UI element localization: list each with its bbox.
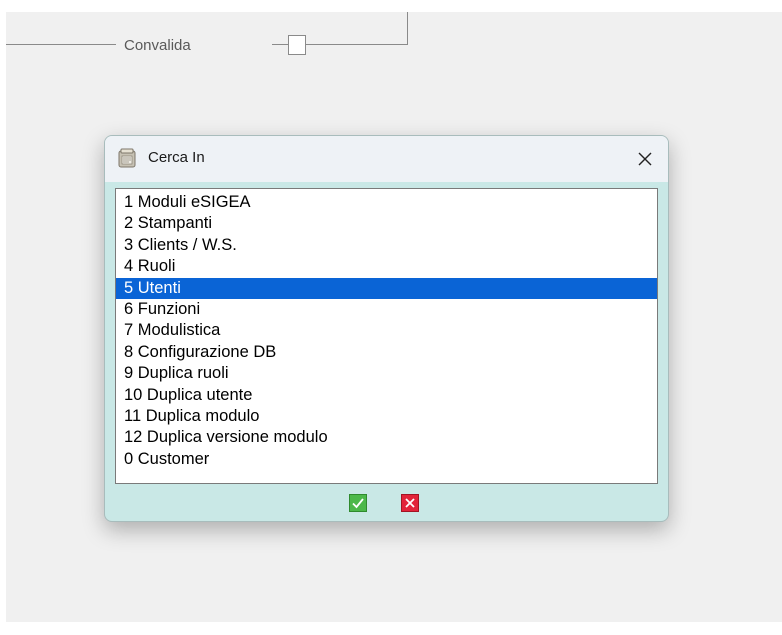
flow-node-label: Convalida (124, 37, 191, 54)
flow-connector-mid (272, 44, 288, 45)
list-item[interactable]: 12 Duplica versione modulo (116, 427, 657, 448)
flow-connector-up (407, 12, 408, 45)
app-window-icon (118, 148, 136, 168)
list-item[interactable]: 5 Utenti (116, 277, 657, 299)
list-item[interactable]: 3 Clients / W.S. (116, 235, 657, 256)
x-icon (405, 498, 415, 508)
list-item[interactable]: 8 Configurazione DB (116, 342, 657, 363)
list-item[interactable]: 7 Modulistica (116, 320, 657, 341)
options-list: 1 Moduli eSIGEA 2 Stampanti 3 Clients / W.… (116, 189, 657, 470)
list-item[interactable]: 10 Duplica utente (116, 385, 657, 406)
flow-node-box[interactable] (288, 35, 306, 55)
list-item[interactable]: 4 Ruoli (116, 256, 657, 277)
options-listbox[interactable]: 1 Moduli eSIGEA 2 Stampanti 3 Clients / W.… (115, 188, 658, 484)
flow-connector-right (306, 44, 408, 45)
close-button[interactable] (628, 143, 662, 175)
list-item[interactable]: 2 Stampanti (116, 213, 657, 234)
cancel-button[interactable] (401, 494, 419, 512)
confirm-button[interactable] (349, 494, 367, 512)
dialog-titlebar: Cerca In (105, 136, 668, 182)
list-item[interactable]: 11 Duplica modulo (116, 406, 657, 427)
dialog-title: Cerca In (148, 149, 205, 166)
checkmark-icon (352, 498, 364, 509)
flow-connector-left (6, 44, 116, 45)
list-item[interactable]: 1 Moduli eSIGEA (116, 192, 657, 213)
list-item[interactable]: 0 Customer (116, 449, 657, 470)
cerca-in-dialog: Cerca In 1 Moduli eSIGEA 2 Stampanti 3 Cli… (104, 135, 669, 522)
list-item[interactable]: 9 Duplica ruoli (116, 363, 657, 384)
close-icon (638, 152, 652, 166)
list-item[interactable]: 6 Funzioni (116, 299, 657, 320)
